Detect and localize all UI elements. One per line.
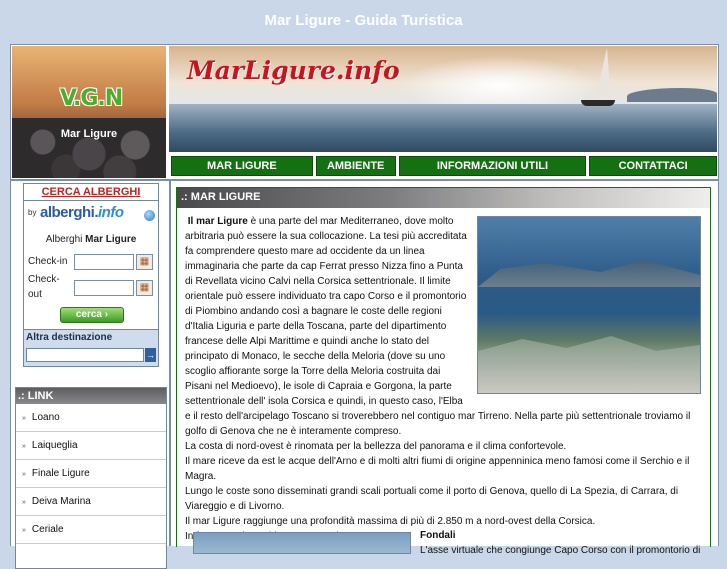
banner: MarLigure.info xyxy=(169,46,717,152)
calendar-icon[interactable]: ▦ xyxy=(136,280,153,296)
arrow-icon: » xyxy=(22,415,26,422)
arrow-icon: » xyxy=(22,471,26,478)
main-content: .: MAR LIGURE Il mar Ligure è una parte … xyxy=(170,180,719,556)
logo[interactable]: V.G.N Mar Ligure xyxy=(12,46,166,178)
photo-shore xyxy=(478,336,700,393)
strait-photo xyxy=(477,216,701,394)
arrow-icon: » xyxy=(22,443,26,450)
content-frame: .: MAR LIGURE Il mar Ligure è una parte … xyxy=(176,187,711,556)
checkin-input[interactable] xyxy=(74,254,134,270)
article-body: Il mar Ligure è una parte del mar Medite… xyxy=(185,214,701,544)
header: V.G.N Mar Ligure MarLigure.info MAR LIGU… xyxy=(10,44,719,180)
boat-hull xyxy=(581,100,615,106)
nav-item-contattaci[interactable]: CONTATTACI xyxy=(589,156,718,176)
sailboat-icon xyxy=(595,48,611,100)
alberghi-logo[interactable]: alberghi.info xyxy=(40,204,124,221)
intro-bold: Il mar Ligure xyxy=(187,216,248,227)
link-item-label: Ceriale xyxy=(31,524,64,535)
paragraph: Lungo le coste sono disseminati grandi s… xyxy=(185,486,679,512)
checkin-label: Check-in xyxy=(28,256,68,267)
link-item-label: Loano xyxy=(31,412,60,423)
link-item[interactable]: » Loano xyxy=(16,404,166,432)
arrow-icon: » xyxy=(22,527,26,534)
photo-mountains xyxy=(478,260,700,287)
other-destination-label: Altra destinazione xyxy=(26,332,113,343)
link-item[interactable]: » Deiva Marina xyxy=(16,488,166,516)
destination-input[interactable] xyxy=(26,348,144,362)
logo-badge: V.G.N xyxy=(59,86,123,111)
alberghi-logo-tail: info xyxy=(98,204,124,221)
checkout-label-2: out xyxy=(28,289,42,300)
section-title: .: MAR LIGURE xyxy=(181,191,261,203)
fondali-heading: Fondali xyxy=(420,530,456,541)
by-label: by xyxy=(28,208,37,217)
banner-island xyxy=(627,88,717,102)
banner-sea xyxy=(169,104,717,152)
site-title: Mar Ligure - Guida Turistica xyxy=(264,12,463,29)
link-item[interactable]: » Finale Ligure xyxy=(16,460,166,488)
alberghi-logo-main: alberghi. xyxy=(40,204,99,221)
checkout-input[interactable] xyxy=(74,280,134,296)
fondali-text: L'asse virtuale che congiunge Capo Corso… xyxy=(420,545,701,556)
link-item-label: Laiqueglia xyxy=(31,440,78,451)
banner-title: MarLigure.info xyxy=(187,56,400,85)
arrow-icon: » xyxy=(22,499,26,506)
links-title: .: LINK xyxy=(16,388,166,404)
search-hotel-button[interactable]: cerca › xyxy=(60,307,124,323)
calendar-icon[interactable]: ▦ xyxy=(136,254,153,270)
arrow-right-icon: › xyxy=(104,309,109,320)
nav-item-informazioni-utili[interactable]: INFORMAZIONI UTILI xyxy=(398,156,587,176)
hotel-city-name: Mar Ligure xyxy=(85,234,137,245)
logo-rocks-image xyxy=(12,118,166,178)
hotel-city-prefix: Alberghi xyxy=(45,234,83,245)
checkout-label-1: Check- xyxy=(28,274,60,285)
hotel-city: Alberghi Mar Ligure xyxy=(24,234,158,245)
link-item[interactable]: » Laiqueglia xyxy=(16,432,166,460)
paragraph: Il mare riceve da est le acque dell'Arno… xyxy=(185,456,690,482)
hotel-search-title[interactable]: CERCA ALBERGHI xyxy=(24,184,158,201)
link-item[interactable]: » Ceriale xyxy=(16,516,166,544)
other-destination-widget: Altra destinazione → xyxy=(23,329,159,367)
go-arrow-icon[interactable]: → xyxy=(145,348,156,362)
main-nav: MAR LIGURE AMBIENTE INFORMAZIONI UTILI C… xyxy=(169,155,718,177)
globe-icon xyxy=(144,210,155,221)
coast-photo xyxy=(193,532,411,554)
left-sidebar: CERCA ALBERGHI by alberghi.info Alberghi… xyxy=(10,180,170,569)
nav-item-ambiente[interactable]: AMBIENTE xyxy=(315,156,396,176)
logo-caption: Mar Ligure xyxy=(60,128,118,140)
links-box: .: LINK » Loano » Laiqueglia » Finale Ligur… xyxy=(15,387,167,569)
link-item-label: Finale Ligure xyxy=(31,468,90,479)
nav-item-mar-ligure[interactable]: MAR LIGURE xyxy=(171,156,313,176)
section-header: .: MAR LIGURE xyxy=(177,188,710,208)
paragraph: La costa di nord-ovest è rinomata per la… xyxy=(185,441,567,452)
link-item-label: Deiva Marina xyxy=(31,496,91,507)
paragraph: Il mar Ligure raggiunge una profondità m… xyxy=(185,516,596,527)
search-hotel-button-label: cerca xyxy=(75,309,102,320)
hotel-search-widget: CERCA ALBERGHI by alberghi.info Alberghi… xyxy=(23,183,159,343)
